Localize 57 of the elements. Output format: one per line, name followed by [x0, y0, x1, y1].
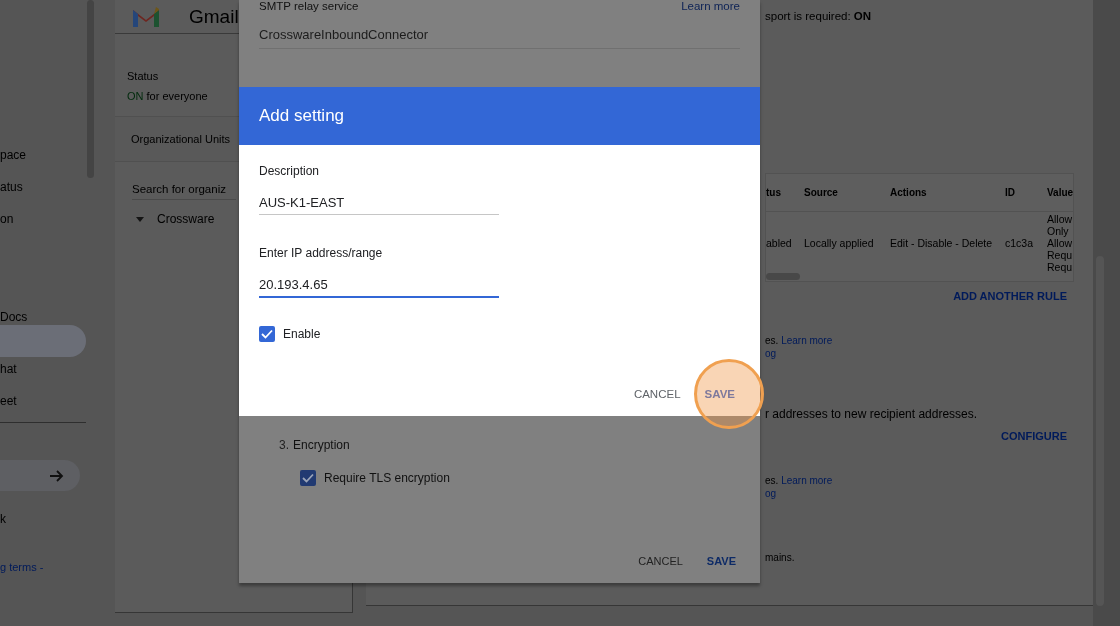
- log-link[interactable]: og: [765, 347, 1074, 360]
- row-actions-link[interactable]: Edit - Disable - Delete: [890, 237, 1005, 249]
- checkbox[interactable]: [259, 326, 275, 342]
- column-header: Source: [804, 187, 839, 198]
- text-field[interactable]: AUS-K1-EAST: [259, 193, 499, 215]
- app-title: Gmail: [189, 5, 239, 28]
- sidebar-item[interactable]: atus: [0, 175, 86, 207]
- step-title: Encryption: [293, 438, 350, 452]
- log-link[interactable]: og: [765, 487, 1074, 500]
- setting-description: mains.: [765, 552, 795, 563]
- save-button[interactable]: SAVE: [704, 388, 735, 400]
- table-cell: Allow Only Allow Requ Requ: [1047, 213, 1073, 273]
- sidebar-item[interactable]: k: [0, 507, 86, 539]
- save-button[interactable]: SAVE: [706, 555, 736, 567]
- checkbox[interactable]: [300, 470, 316, 486]
- text-field[interactable]: 20.193.4.65: [259, 275, 499, 298]
- name-field[interactable]: CrosswareInboundConnector: [259, 25, 740, 49]
- column-header: Actions: [890, 187, 928, 198]
- learn-more-link[interactable]: Learn more: [781, 335, 833, 346]
- step-number: 3.: [279, 438, 289, 452]
- checkbox-label: Enable: [283, 327, 321, 341]
- arrow-right-icon: [50, 469, 64, 482]
- field-label: Description: [259, 164, 321, 178]
- tree-item[interactable]: Crossware: [157, 212, 215, 226]
- scrollbar[interactable]: [1093, 0, 1120, 626]
- caret-icon[interactable]: [136, 216, 144, 222]
- sidebar-item[interactable]: [0, 325, 86, 357]
- search-field[interactable]: Search for organiz: [132, 179, 236, 200]
- sidebar-item[interactable]: on: [0, 207, 86, 239]
- cancel-button[interactable]: CANCEL: [638, 555, 683, 567]
- note-text: es.: [765, 475, 779, 486]
- add-rule-button[interactable]: ADD ANOTHER RULE: [953, 290, 1067, 302]
- learn-more-link[interactable]: Learn more: [781, 475, 833, 486]
- table-cell-text: Locally applied: [804, 237, 875, 249]
- status-label: Status: [127, 70, 160, 82]
- learn-more-link[interactable]: Learn more: [681, 0, 740, 13]
- go-button[interactable]: [0, 460, 80, 491]
- column-header: Value: [1047, 186, 1073, 199]
- setting-summary: sport is required: ON: [765, 10, 873, 22]
- table-cell-text: c1c3a: [1005, 237, 1035, 249]
- table-cell-text: abled: [766, 237, 793, 249]
- checkbox-label: Require TLS encryption: [324, 471, 450, 485]
- status-value: ON for everyone: [127, 90, 209, 102]
- cancel-button[interactable]: CANCEL: [633, 388, 681, 400]
- sidebar-item[interactable]: eet: [0, 389, 86, 421]
- column-header: ID: [1005, 187, 1016, 198]
- configure-button[interactable]: CONFIGURE: [1001, 430, 1067, 442]
- sidebar-item[interactable]: hat: [0, 357, 86, 389]
- terms-link[interactable]: g terms -: [0, 561, 95, 573]
- field-label: Enter IP address/range: [259, 246, 384, 260]
- note-text: es.: [765, 335, 779, 346]
- setting-description: r addresses to new recipient addresses.: [765, 407, 979, 421]
- field-label: SMTP relay service: [259, 0, 359, 13]
- sidebar-item[interactable]: Docs: [0, 305, 86, 325]
- column-header: tus: [766, 187, 782, 198]
- envelope-logo-icon: [131, 4, 161, 29]
- sidebar-item[interactable]: pace: [0, 143, 86, 175]
